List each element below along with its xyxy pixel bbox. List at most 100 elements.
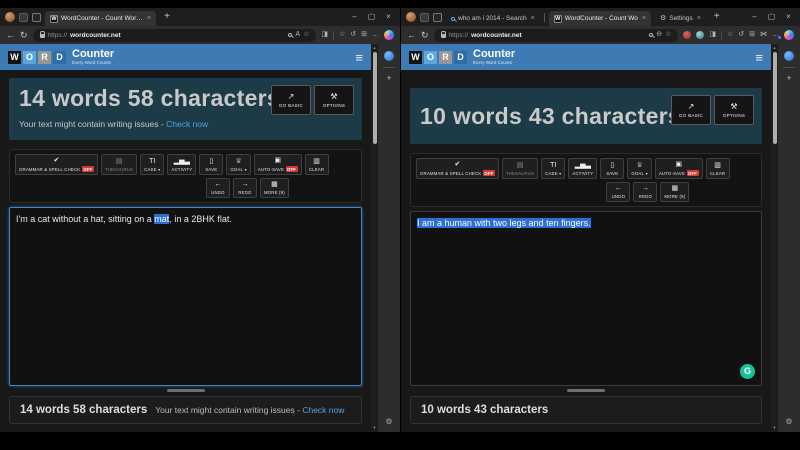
workspaces-icon[interactable] xyxy=(420,13,429,22)
toolbar-button-clear[interactable]: ▥CLEAR xyxy=(706,158,730,179)
toolbar-button-more[interactable]: ▦MORE (9) xyxy=(260,178,289,198)
tab-close-icon[interactable]: × xyxy=(697,15,701,22)
toolbar-button-auto-save[interactable]: ▣AUTO-SAVEOFF xyxy=(254,154,302,175)
toolbar-button-case[interactable]: TICASE▾ xyxy=(541,158,565,179)
split-screen-icon[interactable]: ◨ xyxy=(709,31,716,39)
page-scrollbar[interactable]: ▴ ▾ xyxy=(771,44,778,432)
sidebar-add-icon[interactable]: + xyxy=(386,74,391,83)
sidebar-add-icon[interactable]: + xyxy=(786,74,791,83)
options-button[interactable]: ⚒ OPTIONS xyxy=(314,85,354,115)
tab-close-icon[interactable]: × xyxy=(531,15,535,22)
close-button[interactable]: × xyxy=(382,8,395,26)
copilot-icon[interactable] xyxy=(784,30,794,40)
toolbar-button-case[interactable]: TICASE▾ xyxy=(140,154,164,175)
options-button[interactable]: ⚒ OPTIONS xyxy=(714,95,754,125)
sidebar-settings-icon[interactable]: ⚙ xyxy=(785,418,792,426)
toolbar-button-goal[interactable]: ♕GOAL▾ xyxy=(226,154,250,175)
toolbar-button-clear[interactable]: ▥CLEAR xyxy=(305,154,329,175)
toolbar-button-undo[interactable]: ←UNDO xyxy=(206,178,230,198)
toolbar-button-auto-save[interactable]: ▣AUTO-SAVEOFF xyxy=(655,158,703,179)
go-basic-button[interactable]: ↗ GO BASIC xyxy=(271,85,311,115)
go-basic-button[interactable]: ↗ GO BASIC xyxy=(671,95,711,125)
scroll-up-icon[interactable]: ▴ xyxy=(373,46,375,51)
toolbar-button-redo[interactable]: →REDO xyxy=(633,182,657,202)
zoom-search-icon[interactable] xyxy=(649,33,653,37)
extension-icon[interactable] xyxy=(696,31,704,39)
minimize-button[interactable]: – xyxy=(748,8,761,26)
hamburger-menu-icon[interactable]: ≡ xyxy=(355,51,363,64)
tracking-prevention-icon[interactable]: ⊖ xyxy=(656,31,662,39)
scrollbar-thumb[interactable] xyxy=(373,52,377,144)
refresh-icon[interactable]: ↻ xyxy=(421,31,429,40)
check-now-link[interactable]: Check now xyxy=(166,119,208,129)
favorites-icon[interactable]: ☆ xyxy=(339,31,345,39)
footer-check-now-link[interactable]: Check now xyxy=(302,405,344,415)
more-menu-icon[interactable]: … xyxy=(372,31,379,39)
split-screen-icon[interactable]: ◨ xyxy=(321,31,328,39)
tab-actions-icon[interactable] xyxy=(32,13,41,22)
address-bar[interactable]: https:// wordcounter.net A ☆ xyxy=(33,29,317,42)
text-editor[interactable]: I am a human with two legs and ten finge… xyxy=(410,211,762,386)
scroll-down-icon[interactable]: ▾ xyxy=(373,426,375,431)
toolbar-button-save[interactable]: ▯SAVE xyxy=(199,154,223,175)
tab-actions-icon[interactable] xyxy=(433,13,442,22)
tab-settings[interactable]: ⚙ Settings × xyxy=(655,11,706,26)
read-aloud-icon[interactable]: A xyxy=(295,31,300,39)
close-button[interactable]: × xyxy=(782,8,795,26)
grammarly-icon[interactable]: G xyxy=(740,364,755,379)
tab-wordcounter[interactable]: W WordCounter - Count Words & C × xyxy=(45,11,156,26)
toolbar-button-thesaurus[interactable]: ▤THESAURUS xyxy=(502,158,538,179)
toolbar-button-goal[interactable]: ♕GOAL▾ xyxy=(627,158,651,179)
back-icon[interactable]: ← xyxy=(407,31,416,40)
toolbar-button-activity[interactable]: ▂▅▃ACTIVITY xyxy=(568,158,597,179)
page-scrollbar[interactable]: ▴ ▾ xyxy=(371,44,378,432)
toolbar-button-save[interactable]: ▯SAVE xyxy=(600,158,624,179)
favorites-icon[interactable]: ☆ xyxy=(727,31,733,39)
toolbar-button-undo[interactable]: ←UNDO xyxy=(606,182,630,202)
back-icon[interactable]: ← xyxy=(6,31,15,40)
more-menu-icon[interactable]: … xyxy=(772,31,779,39)
address-bar[interactable]: https:// wordcounter.net ⊖ ☆ xyxy=(434,29,679,42)
scroll-up-icon[interactable]: ▴ xyxy=(773,46,775,51)
favorite-star-icon[interactable]: ☆ xyxy=(303,31,309,39)
resize-handle[interactable] xyxy=(567,389,605,392)
adblock-extension-icon[interactable] xyxy=(683,31,691,39)
toolbar-button-thesaurus[interactable]: ▤THESAURUS xyxy=(101,154,137,175)
hamburger-menu-icon[interactable]: ≡ xyxy=(755,51,763,64)
copilot-icon[interactable] xyxy=(384,30,394,40)
toolbar-button-grammar-spell-check[interactable]: ✔GRAMMAR & SPELL CHECKOFF xyxy=(15,154,98,175)
new-tab-button[interactable]: + xyxy=(164,12,170,22)
toolbar-button-more[interactable]: ▦MORE (9) xyxy=(660,182,689,202)
wordcounter-logo[interactable]: W O R D Counter Every Word Counts xyxy=(409,48,515,65)
collections-icon[interactable]: ⊞ xyxy=(749,31,755,39)
zoom-search-icon[interactable] xyxy=(288,33,292,37)
text-editor[interactable]: I'm a cat without a hat, sitting on a ma… xyxy=(9,207,362,386)
extensions-icon[interactable]: ⋈ xyxy=(760,31,767,39)
favorite-star-icon[interactable]: ☆ xyxy=(665,31,671,39)
history-icon[interactable]: ↺ xyxy=(350,31,356,39)
wordcounter-logo[interactable]: W O R D Counter Every Word Counts xyxy=(8,48,114,65)
resize-handle[interactable] xyxy=(167,389,205,392)
bing-sidebar-icon[interactable] xyxy=(384,51,394,61)
tab-search[interactable]: who am i 2014 - Search × xyxy=(446,11,540,26)
workspaces-icon[interactable] xyxy=(19,13,28,22)
history-icon[interactable]: ↺ xyxy=(738,31,744,39)
maximize-button[interactable]: ▢ xyxy=(765,8,778,26)
tab-close-icon[interactable]: × xyxy=(642,15,646,22)
bing-sidebar-icon[interactable] xyxy=(784,51,794,61)
maximize-button[interactable]: ▢ xyxy=(365,8,378,26)
new-tab-button[interactable]: + xyxy=(714,12,720,22)
toolbar-button-grammar-spell-check[interactable]: ✔GRAMMAR & SPELL CHECKOFF xyxy=(416,158,499,179)
scrollbar-thumb[interactable] xyxy=(773,52,777,144)
refresh-icon[interactable]: ↻ xyxy=(20,31,28,40)
tab-close-icon[interactable]: × xyxy=(147,15,151,22)
toolbar-button-activity[interactable]: ▂▅▃ACTIVITY xyxy=(167,154,196,175)
sidebar-settings-icon[interactable]: ⚙ xyxy=(385,418,392,426)
collections-icon[interactable]: ⊞ xyxy=(361,31,367,39)
profile-avatar[interactable] xyxy=(406,12,416,22)
toolbar-button-redo[interactable]: →REDO xyxy=(233,178,257,198)
scroll-down-icon[interactable]: ▾ xyxy=(773,426,775,431)
profile-avatar[interactable] xyxy=(5,12,15,22)
minimize-button[interactable]: – xyxy=(348,8,361,26)
tab-wordcounter[interactable]: W WordCounter - Count Wo × xyxy=(549,11,651,26)
